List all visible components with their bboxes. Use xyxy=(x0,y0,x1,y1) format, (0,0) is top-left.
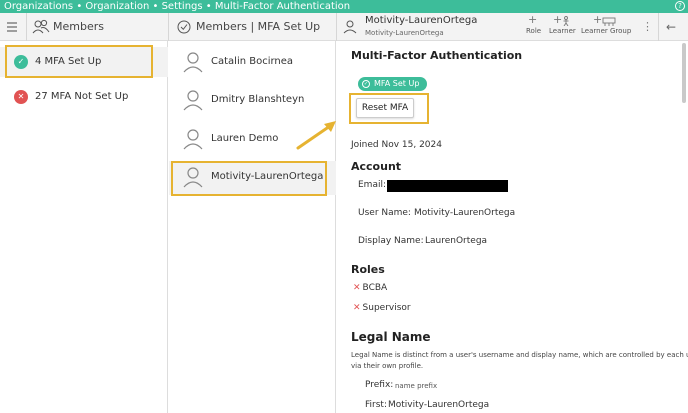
members-icon xyxy=(32,19,50,34)
status-badge: ✓ MFA Set Up xyxy=(358,77,428,91)
members-panel: ✓ 4 MFA Set Up ✕ 27 MFA Not Set Up xyxy=(0,41,168,413)
annotation-arrow xyxy=(296,121,336,150)
user-avatar-icon xyxy=(183,90,203,111)
check-circle-icon xyxy=(177,20,191,34)
list-item[interactable]: Catalin Bocirnea xyxy=(169,46,336,80)
mfa-members-panel: Catalin Bocirnea Dmitry Blanshteyn Laure… xyxy=(169,41,336,413)
legal-name-heading: Legal Name xyxy=(351,330,431,344)
mfa-not-set-up-item[interactable]: ✕ 27 MFA Not Set Up xyxy=(0,82,168,112)
add-role-button[interactable]: + Role xyxy=(522,13,542,41)
display-name-label: Display Name: xyxy=(358,236,424,246)
legal-name-description: Legal Name is distinct from a user's use… xyxy=(351,351,688,359)
member-name: Lauren Demo xyxy=(211,133,279,144)
first-name-label: First: xyxy=(365,400,387,410)
member-name: Dmitry Blanshteyn xyxy=(211,94,305,105)
role-item: ✕ Supervisor xyxy=(353,303,411,313)
account-heading: Account xyxy=(351,160,402,173)
highlight-box xyxy=(349,93,429,124)
x-icon: ✕ xyxy=(14,90,28,104)
user-avatar-icon xyxy=(183,52,203,73)
add-learner-button[interactable]: + Learner xyxy=(548,13,576,41)
remove-icon[interactable]: ✕ xyxy=(353,283,361,293)
legal-name-description-2: via their own profile. xyxy=(351,362,424,370)
member-name: Catalin Bocirnea xyxy=(211,56,294,67)
detail-panel: Multi-Factor Authentication ✓ MFA Set Up… xyxy=(337,41,688,413)
prefix-label: Prefix: xyxy=(365,380,394,390)
back-arrow-icon[interactable]: ← xyxy=(666,13,682,41)
page-title: Multi-Factor Authentication xyxy=(351,49,523,62)
check-icon: ✓ xyxy=(362,80,370,88)
breadcrumb-bar: Organizations • Organization • Settings … xyxy=(0,0,688,13)
hamburger-icon[interactable] xyxy=(6,13,20,41)
header: Members Members | MFA Set Up Motivity-La… xyxy=(0,13,688,41)
breadcrumb: Organizations • Organization • Settings … xyxy=(4,1,351,12)
user-avatar-icon xyxy=(343,20,357,34)
scrollbar[interactable] xyxy=(682,43,686,103)
highlight-box xyxy=(5,45,153,78)
members-title: Members xyxy=(53,20,104,33)
list-item[interactable]: Dmitry Blanshteyn xyxy=(169,84,336,118)
email-value-redacted xyxy=(387,180,508,192)
add-learner-group-button[interactable]: + Learner Group xyxy=(580,13,631,41)
username-value: Motivity-LaurenOrtega xyxy=(414,208,516,218)
joined-date: Joined Nov 15, 2024 xyxy=(351,140,442,150)
username-label: User Name: xyxy=(358,208,411,218)
help-icon[interactable]: ? xyxy=(675,1,685,11)
mfa-not-set-up-label: 27 MFA Not Set Up xyxy=(35,91,129,102)
highlight-box xyxy=(171,161,327,196)
role-item: ✕ BCBA xyxy=(353,283,388,293)
user-header: Motivity-LaurenOrtega Motivity-LaurenOrt… xyxy=(343,13,503,41)
status-badge-label: MFA Set Up xyxy=(374,79,420,88)
display-name-value: LaurenOrtega xyxy=(425,236,488,246)
first-name-value[interactable]: Motivity-LaurenOrtega xyxy=(388,400,489,410)
user-avatar-icon xyxy=(183,129,203,150)
mfa-header-title: Members | MFA Set Up xyxy=(196,20,321,33)
prefix-input[interactable]: name prefix xyxy=(395,382,437,390)
email-label: Email: xyxy=(358,180,387,190)
more-options-icon[interactable]: ⋮ xyxy=(642,13,653,41)
remove-icon[interactable]: ✕ xyxy=(353,303,361,313)
roles-heading: Roles xyxy=(351,263,385,276)
